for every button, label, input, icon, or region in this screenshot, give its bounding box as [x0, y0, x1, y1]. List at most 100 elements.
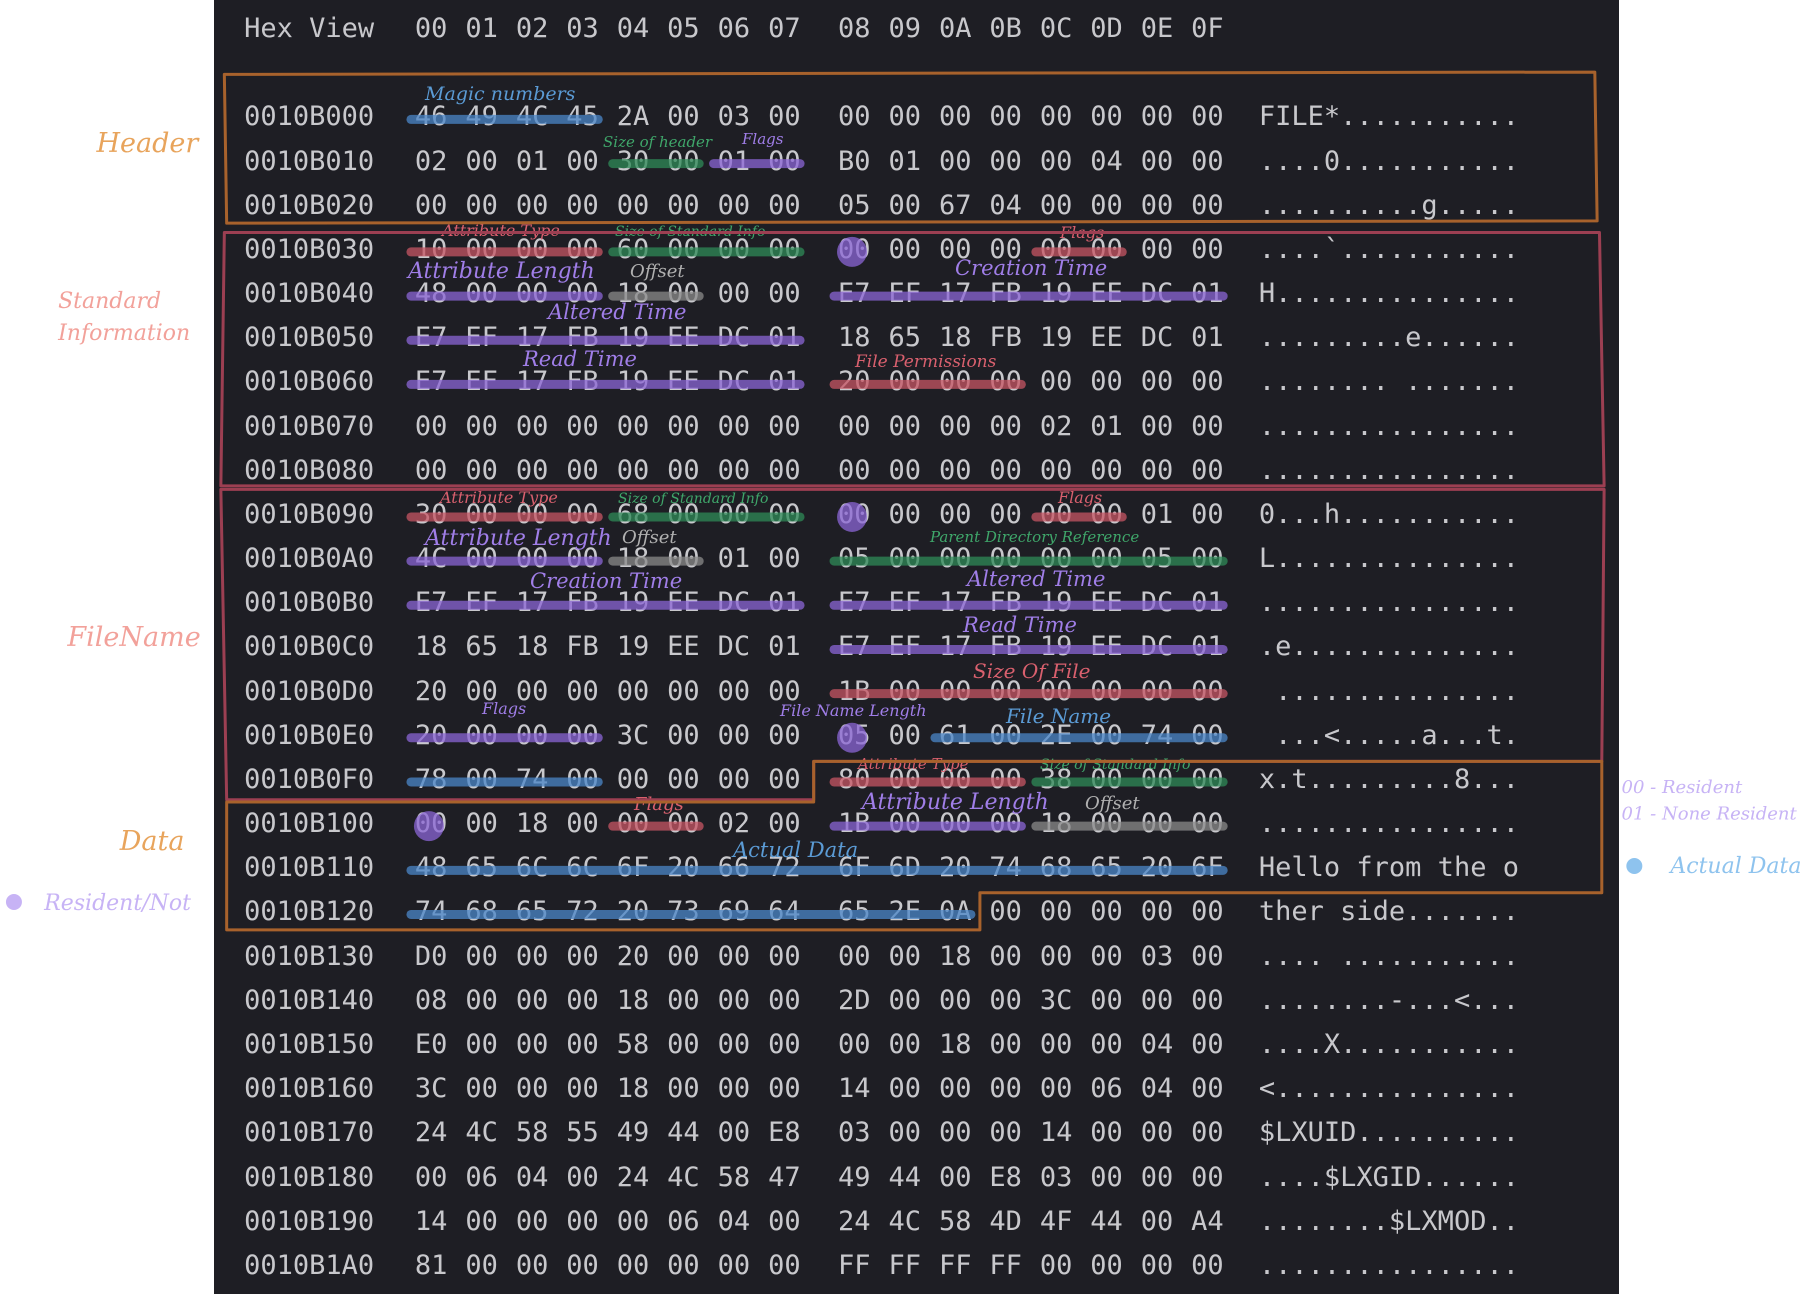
- hex-byte: 17: [515, 587, 549, 619]
- hex-byte: 04: [1090, 145, 1123, 177]
- hex-byte: 00: [1090, 1249, 1123, 1281]
- hex-byte: EE: [667, 322, 700, 354]
- column-header: 0F: [1191, 13, 1224, 45]
- row-address: 0010B170: [244, 1117, 375, 1149]
- row-address: 0010B020: [244, 189, 375, 221]
- column-header: 07: [768, 13, 801, 45]
- hex-byte: 24: [616, 1161, 650, 1193]
- hex-byte: 00: [989, 984, 1022, 1016]
- hex-byte: 14: [838, 1073, 871, 1105]
- hex-byte: 00: [414, 454, 448, 486]
- hex-byte: 03: [1039, 1161, 1073, 1193]
- hex-view-title: Hex View: [244, 13, 375, 45]
- hex-byte: 00: [515, 1249, 549, 1281]
- hex-byte: 65: [888, 322, 921, 354]
- hex-byte: 2D: [838, 984, 871, 1016]
- hex-byte: 00: [566, 1161, 599, 1193]
- hex-byte: 00: [667, 543, 700, 575]
- row-address: 0010B070: [244, 410, 375, 442]
- ascii-text: <...............: [1258, 1073, 1519, 1105]
- hex-byte: 00: [1140, 101, 1174, 133]
- row-address: 0010B160: [244, 1073, 375, 1105]
- hex-byte: 02: [414, 145, 448, 177]
- row-address: 0010B130: [244, 940, 375, 972]
- column-header: 05: [667, 13, 700, 45]
- hex-byte: 72: [768, 852, 801, 884]
- hex-byte: 49: [838, 1161, 871, 1193]
- row-address: 0010B0C0: [244, 631, 375, 663]
- hex-byte: 00: [1191, 984, 1224, 1016]
- row-address: 0010B140: [244, 984, 375, 1016]
- hex-byte: 00: [566, 763, 599, 795]
- hex-byte: 00: [1191, 101, 1224, 133]
- hex-byte: EE: [667, 366, 700, 398]
- hex-byte: DC: [717, 631, 751, 663]
- row-address: 0010B0A0: [244, 543, 375, 575]
- hex-byte: 00: [717, 1029, 751, 1060]
- hex-byte: 00: [667, 1073, 700, 1105]
- hex-byte: 74: [515, 763, 549, 795]
- hex-byte: 00: [667, 233, 700, 265]
- hex-byte: FB: [989, 322, 1022, 354]
- hex-byte: 49: [465, 101, 498, 133]
- hex-byte: FB: [566, 631, 599, 663]
- hex-byte: E7: [414, 366, 448, 398]
- hex-byte: 00: [1140, 454, 1174, 486]
- hex-byte: 05: [838, 189, 871, 221]
- hex-byte: 00: [667, 278, 700, 310]
- hex-byte: 00: [616, 763, 650, 795]
- hex-byte: 00: [717, 498, 751, 530]
- hex-byte: 00: [888, 366, 921, 398]
- hex-byte: 00: [566, 189, 599, 221]
- hex-byte: 00: [667, 1029, 700, 1060]
- hex-byte: 00: [566, 454, 599, 486]
- section-label: Header: [96, 128, 199, 160]
- hex-byte: 00: [1191, 1161, 1224, 1193]
- hex-byte: 00: [989, 410, 1022, 442]
- hex-byte: 49: [616, 1117, 650, 1149]
- hex-byte: 00: [465, 1249, 498, 1281]
- hex-byte: 45: [566, 101, 599, 133]
- column-header: 0E: [1140, 13, 1174, 45]
- hex-byte: 00: [768, 940, 801, 972]
- hex-byte: 00: [888, 984, 921, 1016]
- hex-byte: 00: [989, 1073, 1022, 1105]
- hex-byte: EF: [888, 631, 921, 663]
- hex-byte: 00: [768, 543, 801, 575]
- hex-byte: 44: [667, 1117, 700, 1149]
- hex-byte: 19: [1039, 322, 1073, 354]
- ascii-text: ................: [1258, 1249, 1519, 1281]
- hex-byte: 00: [989, 1029, 1022, 1060]
- hex-byte: 00: [938, 763, 972, 795]
- hex-byte: 6C: [566, 852, 599, 884]
- hex-byte: 00: [1140, 763, 1174, 795]
- hex-byte: 00: [888, 189, 921, 221]
- hex-byte: 00: [989, 498, 1022, 530]
- hex-byte: 00: [989, 675, 1022, 707]
- hex-byte: 6F: [1191, 852, 1224, 884]
- hex-byte: 00: [465, 145, 498, 177]
- hex-byte: 00: [667, 454, 700, 486]
- hex-byte: EE: [667, 587, 700, 619]
- hex-byte: 00: [1090, 498, 1123, 530]
- hex-byte: DC: [1140, 322, 1174, 354]
- hex-byte: EE: [1090, 587, 1123, 619]
- hex-byte: 01: [888, 145, 921, 177]
- ascii-text: ther side.......: [1258, 896, 1519, 928]
- hex-byte: 01: [1191, 587, 1224, 619]
- hex-byte: 00: [1140, 896, 1174, 928]
- hex-byte: DC: [1140, 631, 1174, 663]
- ascii-text: .... ...........: [1258, 940, 1519, 972]
- hex-byte: 00: [1090, 1161, 1123, 1193]
- ascii-text: ................: [1258, 808, 1519, 840]
- column-header: 0C: [1039, 13, 1073, 45]
- hex-byte: 00: [465, 719, 498, 751]
- hex-byte: 00: [1191, 763, 1224, 795]
- hex-byte: 00: [1039, 454, 1073, 486]
- hex-byte: 00: [515, 675, 549, 707]
- hex-byte: 00: [465, 940, 498, 972]
- hex-byte: FB: [566, 366, 599, 398]
- hex-byte: 02: [1039, 410, 1073, 442]
- ascii-text: ...<.....a...t.: [1258, 719, 1519, 751]
- hex-byte: 01: [1140, 498, 1174, 530]
